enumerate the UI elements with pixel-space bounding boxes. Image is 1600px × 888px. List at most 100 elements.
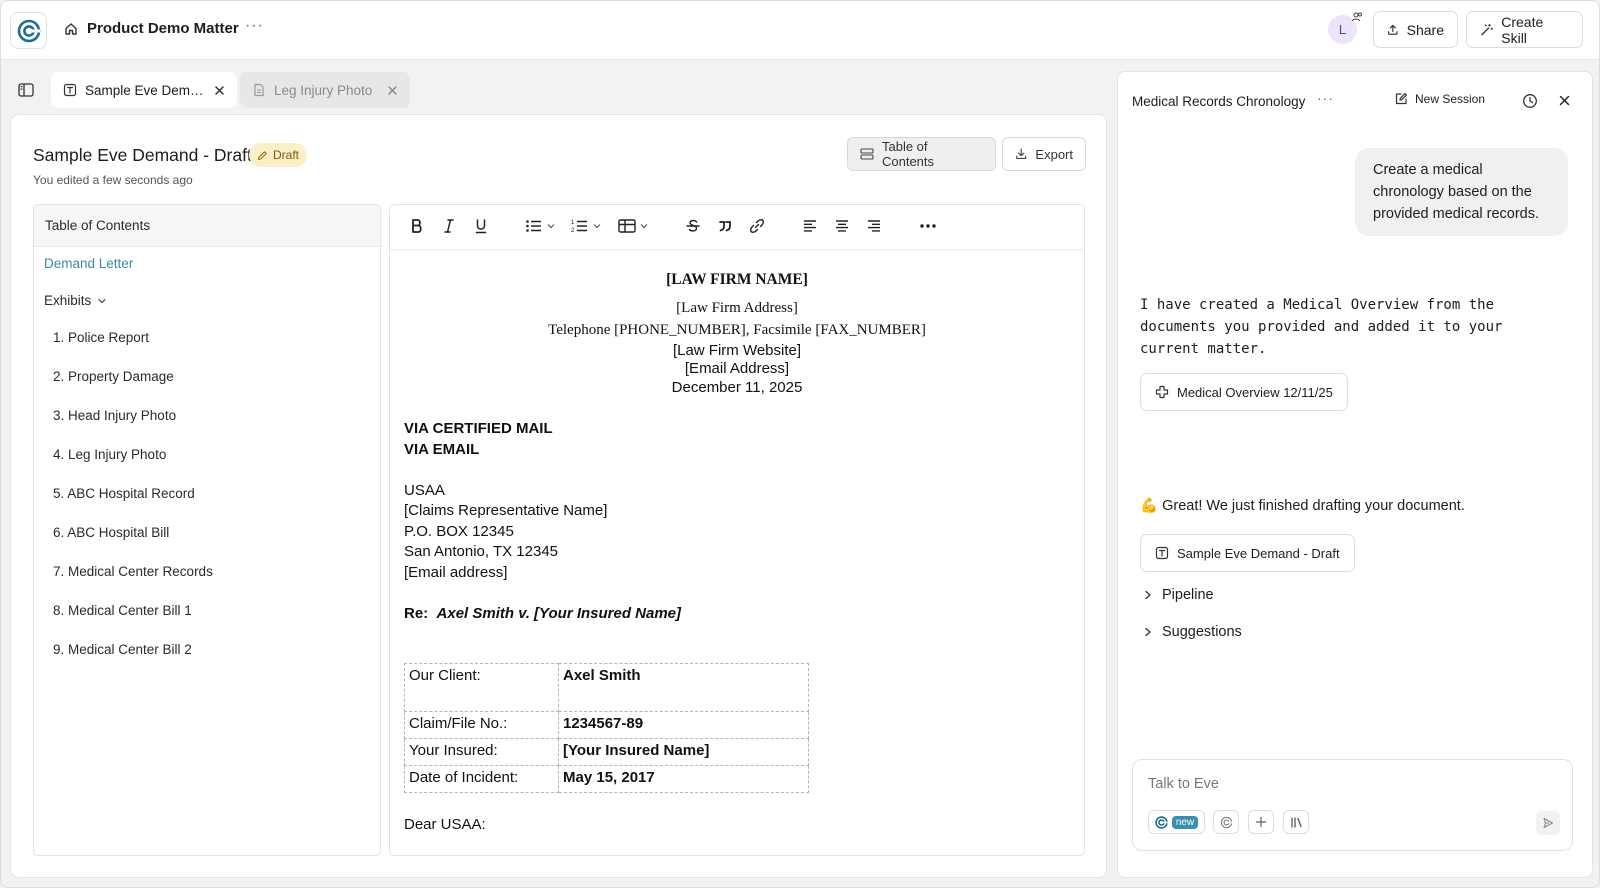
matter-more-menu[interactable]: ··· — [245, 17, 264, 35]
assistant-message: 💪 Great! We just finished drafting your … — [1140, 498, 1465, 514]
eve-mode-button[interactable] — [1213, 810, 1239, 834]
recipient-line: [Email address] — [404, 564, 508, 581]
chat-input[interactable]: Talk to Eve — [1148, 776, 1219, 792]
table-row: Claim/File No.: 1234567-89 — [404, 711, 809, 739]
table-icon[interactable] — [618, 218, 652, 234]
toc-exhibit-item[interactable]: 6. ABC Hospital Bill — [53, 513, 213, 552]
toc-exhibit-item[interactable]: 2. Property Damage — [53, 357, 213, 396]
recipient-line: San Antonio, TX 12345 — [404, 543, 559, 560]
assistant-message: I have created a Medical Overview from t… — [1140, 297, 1503, 357]
italic-icon[interactable] — [442, 218, 456, 234]
tab-sample-eve-demand[interactable]: Sample Eve Demand - Draft — [51, 72, 237, 108]
toc-exhibit-item[interactable]: 5. ABC Hospital Record — [53, 474, 213, 513]
toc-exhibit-item[interactable]: 3. Head Injury Photo — [53, 396, 213, 435]
pipeline-toggle[interactable]: Pipeline — [1144, 587, 1214, 603]
toc-panel: Table of Contents Demand Letter Exhibits… — [33, 204, 381, 856]
re-text: Axel Smith v. [Your Insured Name] — [436, 605, 682, 622]
home-icon[interactable] — [64, 22, 78, 36]
upload-icon — [1388, 24, 1398, 35]
toc-exhibit-list: 1. Police Report 2. Property Damage 3. H… — [53, 318, 213, 669]
table-label-cell: Our Client: — [404, 663, 559, 712]
firm-phone-fax: Telephone [PHONE_NUMBER], Facsimile [FAX… — [548, 322, 926, 338]
eve-logo[interactable] — [10, 12, 47, 49]
medical-overview-artifact[interactable]: Medical Overview 12/11/25 — [1140, 373, 1348, 411]
underline-icon[interactable] — [474, 218, 488, 234]
table-value-cell: Axel Smith — [558, 663, 809, 712]
table-row: Your Insured: [Your Insured Name] — [404, 738, 809, 766]
history-icon[interactable] — [1522, 93, 1538, 109]
export-button[interactable]: Export — [1002, 137, 1086, 171]
medical-cross-icon — [1155, 385, 1169, 399]
toc-exhibits-label: Exhibits — [44, 293, 92, 308]
create-skill-label: Create Skill — [1501, 13, 1544, 46]
firm-website: [Law Firm Website] — [672, 342, 802, 359]
eve-logo-icon — [1155, 815, 1168, 829]
close-icon[interactable] — [1559, 95, 1570, 106]
tab-leg-injury-photo[interactable]: Leg Injury Photo — [240, 72, 410, 108]
letter-date: December 11, 2025 — [671, 379, 803, 396]
document-editor[interactable]: 12 [LAW FIRM NAME] [Law Firm Address] Te… — [389, 204, 1085, 856]
table-value-cell: [Your Insured Name] — [558, 738, 809, 766]
toc-item-demand-letter[interactable]: Demand Letter — [44, 256, 133, 271]
toc-exhibits-toggle[interactable]: Exhibits — [44, 293, 107, 308]
library-button[interactable] — [1283, 810, 1309, 834]
toc-exhibit-item[interactable]: 4. Leg Injury Photo — [53, 435, 213, 474]
align-left-icon[interactable] — [802, 218, 818, 234]
recipient-line: [Claims Representative Name] — [404, 502, 608, 519]
letter-body: [LAW FIRM NAME] [Law Firm Address] Telep… — [404, 250, 1070, 855]
recipient-line: P.O. BOX 12345 — [404, 523, 514, 540]
re-line: Re: Axel Smith v. [Your Insured Name] — [404, 605, 681, 622]
svg-text:1: 1 — [571, 220, 575, 226]
share-button[interactable]: Share — [1373, 11, 1458, 48]
firm-email: [Email Address] — [684, 360, 790, 377]
chevron-right-icon — [1145, 590, 1151, 600]
artifact-label: Sample Eve Demand - Draft — [1177, 545, 1340, 561]
toc-button-label: Table of Contents — [881, 139, 935, 169]
quote-icon[interactable] — [717, 218, 733, 234]
align-right-icon[interactable] — [866, 218, 882, 234]
table-value-cell: 1234567-89 — [558, 711, 809, 739]
more-options-icon[interactable] — [919, 218, 937, 234]
send-icon — [1543, 817, 1554, 829]
library-icon — [1290, 816, 1302, 828]
firm-address: [Law Firm Address] — [676, 300, 798, 316]
toc-exhibit-item[interactable]: 8. Medical Center Bill 1 — [53, 591, 213, 630]
table-label-cell: Claim/File No.: — [404, 711, 559, 739]
tab-label: Sample Eve Demand - Draft — [85, 82, 206, 98]
numbered-list-icon[interactable]: 12 — [571, 218, 601, 234]
suggestions-label: Suggestions — [1162, 624, 1242, 640]
artifact-label: Medical Overview 12/11/25 — [1177, 384, 1333, 400]
document-card: Sample Eve Demand - Draft Draft You edit… — [10, 114, 1107, 878]
table-row: Our Client: Axel Smith — [404, 663, 809, 712]
table-label-cell: Your Insured: — [404, 738, 559, 766]
suggestions-toggle[interactable]: Suggestions — [1144, 624, 1242, 640]
matter-title[interactable]: Product Demo Matter — [87, 20, 239, 37]
toc-exhibit-item[interactable]: 9. Medical Center Bill 2 — [53, 630, 213, 669]
salutation: Dear USAA: — [404, 816, 486, 833]
top-bar: Product Demo Matter ··· L Share Create S… — [1, 1, 1599, 60]
toc-exhibit-item[interactable]: 7. Medical Center Records — [53, 552, 213, 591]
table-label-cell: Date of Incident: — [404, 765, 559, 793]
new-session-button[interactable]: New Session — [1394, 92, 1485, 106]
table-value-cell: May 15, 2017 — [558, 765, 809, 793]
close-tab-icon[interactable] — [387, 85, 398, 96]
align-center-icon[interactable] — [834, 218, 850, 234]
demand-draft-artifact[interactable]: Sample Eve Demand - Draft — [1140, 534, 1355, 572]
bullet-list-icon[interactable] — [525, 218, 555, 234]
link-icon[interactable] — [749, 218, 765, 234]
send-button[interactable] — [1536, 811, 1560, 835]
create-skill-button[interactable]: Create Skill — [1466, 11, 1583, 48]
close-tab-icon[interactable] — [214, 85, 225, 96]
svg-text:2: 2 — [571, 228, 575, 234]
toc-exhibit-item[interactable]: 1. Police Report — [53, 318, 213, 357]
add-attachment-button[interactable] — [1248, 810, 1274, 834]
bold-icon[interactable] — [410, 218, 424, 234]
table-row: Date of Incident: May 15, 2017 — [404, 765, 809, 793]
sidebar-toggle-icon[interactable] — [18, 83, 34, 97]
draft-badge: Draft — [249, 143, 308, 167]
eve-model-button[interactable]: new — [1148, 810, 1205, 834]
chat-more-menu[interactable]: ··· — [1317, 90, 1334, 106]
chat-panel: Medical Records Chronology ··· New Sessi… — [1117, 71, 1593, 878]
table-of-contents-button[interactable]: Table of Contents — [847, 137, 996, 171]
strikethrough-icon[interactable] — [685, 218, 701, 234]
